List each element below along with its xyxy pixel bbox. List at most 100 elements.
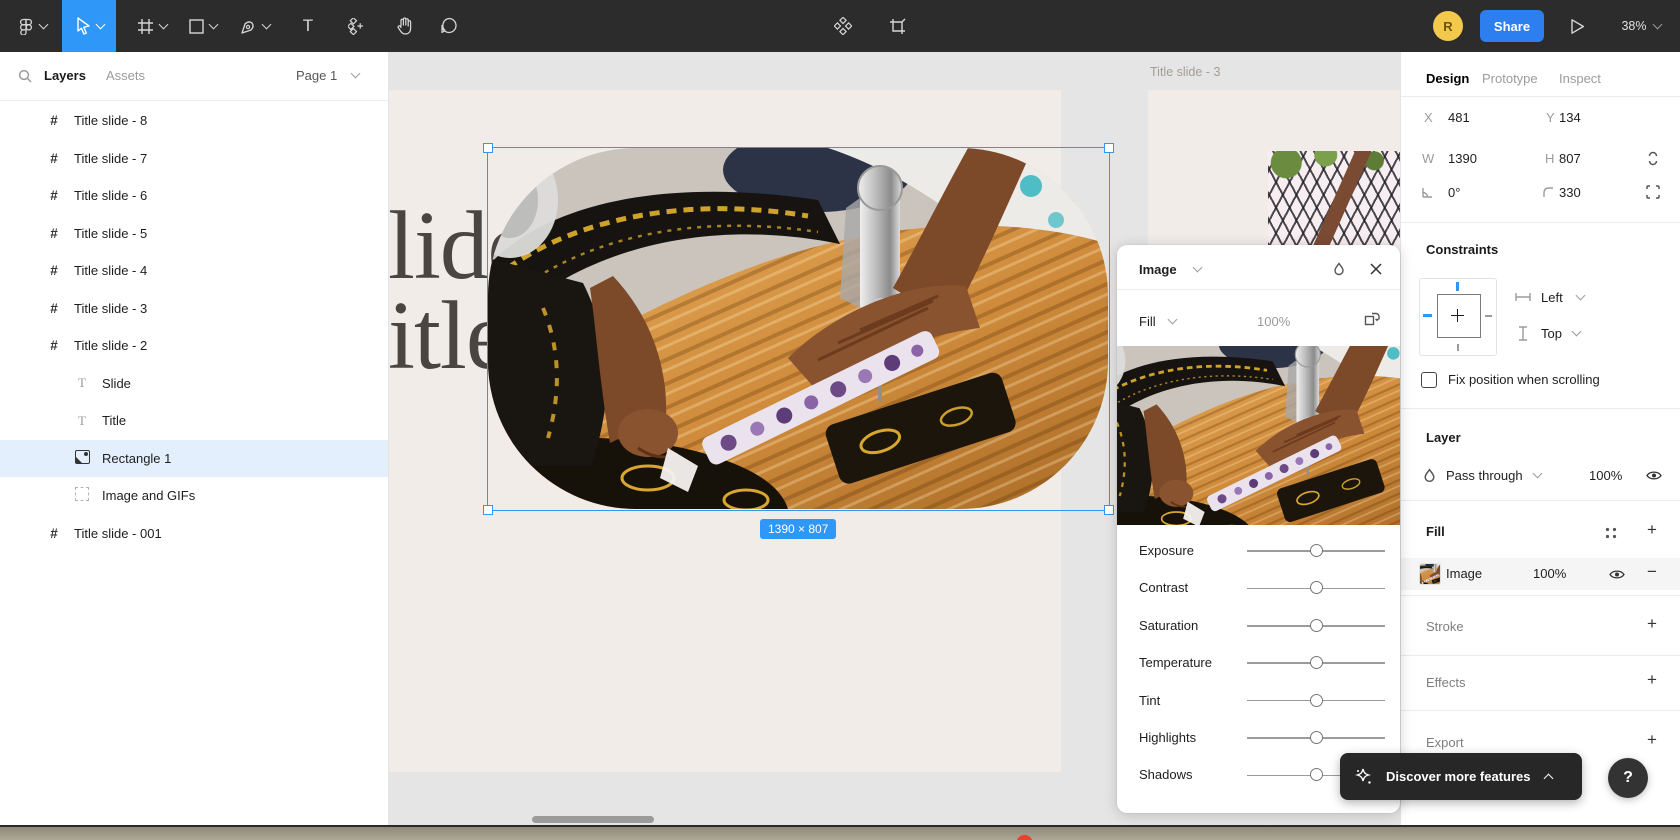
fill-item-row[interactable]: Image 100% −	[1401, 558, 1680, 590]
rotate-image-icon[interactable]	[1363, 311, 1381, 329]
blend-mode-value[interactable]: Pass through	[1446, 468, 1523, 483]
chevron-down-icon[interactable]	[1532, 468, 1543, 479]
tab-design[interactable]: Design	[1426, 71, 1469, 86]
discover-more-features-button[interactable]: Discover more features	[1340, 753, 1582, 800]
sparkle-icon	[1354, 768, 1372, 784]
image-fill-label[interactable]: Fill	[1139, 314, 1156, 329]
chevron-down-icon[interactable]	[1571, 326, 1582, 337]
present-button[interactable]	[1558, 0, 1596, 52]
image-panel-title[interactable]: Image	[1139, 262, 1177, 277]
image-fill-opacity[interactable]: 100%	[1257, 314, 1290, 329]
layer-row-title-slide-3[interactable]: # Title slide - 3	[0, 290, 388, 328]
layer-row-title-slide-2[interactable]: # Title slide - 2	[0, 327, 388, 365]
fill-opacity-value[interactable]: 100%	[1533, 566, 1566, 581]
chevron-down-icon[interactable]	[350, 68, 361, 79]
fix-position-checkbox[interactable]	[1421, 372, 1437, 388]
selection-handle-top-right[interactable]	[1104, 143, 1114, 153]
chevron-down-icon	[208, 19, 219, 30]
y-value[interactable]: 134	[1559, 110, 1581, 125]
crop-image-button[interactable]	[879, 0, 915, 52]
hand-tool-button[interactable]	[386, 0, 422, 52]
comment-tool-button[interactable]	[431, 0, 467, 52]
chevron-down-icon[interactable]	[1192, 262, 1203, 273]
fill-type-label[interactable]: Image	[1446, 566, 1482, 581]
discover-label: Discover more features	[1386, 769, 1531, 784]
main-menu-button[interactable]	[8, 0, 56, 52]
slider-knob[interactable]	[1309, 581, 1323, 595]
avatar[interactable]: R	[1433, 11, 1463, 41]
effects-section-title: Effects	[1426, 675, 1466, 690]
layer-row-title-slide-4[interactable]: # Title slide - 4	[0, 252, 388, 290]
layer-row-title-slide-7[interactable]: # Title slide - 7	[0, 140, 388, 178]
layer-row-title-slide-8[interactable]: # Title slide - 8	[0, 102, 388, 140]
share-button[interactable]: Share	[1480, 10, 1544, 42]
layer-row-title[interactable]: T Title	[0, 402, 388, 440]
independent-corners-icon[interactable]	[1646, 185, 1660, 199]
slider-knob[interactable]	[1309, 618, 1323, 632]
layer-row-image-and-gifs[interactable]: Image and GIFs	[0, 477, 388, 515]
horizontal-scrollbar[interactable]	[532, 816, 654, 823]
frame-tool-button[interactable]	[128, 0, 176, 52]
constraints-widget[interactable]	[1419, 278, 1497, 356]
blend-mode-icon[interactable]	[1423, 468, 1436, 483]
fill-thumbnail[interactable]	[1419, 563, 1441, 585]
slider-knob[interactable]	[1309, 768, 1323, 782]
constrain-proportions-icon[interactable]	[1646, 151, 1660, 166]
layer-row-title-slide-5[interactable]: # Title slide - 5	[0, 215, 388, 253]
eye-icon[interactable]	[1646, 470, 1662, 481]
add-fill-icon[interactable]: +	[1647, 520, 1657, 540]
play-icon	[1570, 18, 1584, 34]
slider-knob[interactable]	[1309, 544, 1323, 557]
layer-row-title-slide-6[interactable]: # Title slide - 6	[0, 177, 388, 215]
blend-mode-icon[interactable]	[1333, 262, 1345, 276]
shape-tool-button[interactable]	[180, 0, 226, 52]
layer-row-rectangle-1[interactable]: Rectangle 1	[0, 439, 388, 477]
slider-label: Highlights	[1139, 730, 1197, 745]
layer-opacity-value[interactable]: 100%	[1589, 468, 1622, 483]
layer-row-title-slide-001[interactable]: # Title slide - 001	[0, 515, 388, 553]
h-label: H	[1545, 151, 1555, 166]
add-effect-icon[interactable]: +	[1647, 670, 1657, 690]
search-icon[interactable]	[18, 69, 32, 83]
add-stroke-icon[interactable]: +	[1647, 614, 1657, 634]
layer-row-slide[interactable]: T Slide	[0, 365, 388, 403]
zoom-control[interactable]: 38%	[1608, 0, 1674, 52]
text-tool-button[interactable]: T	[290, 0, 326, 52]
tab-assets[interactable]: Assets	[106, 68, 145, 83]
slider-knob[interactable]	[1309, 693, 1323, 707]
edit-object-button[interactable]	[825, 0, 861, 52]
w-value[interactable]: 1390	[1448, 151, 1477, 166]
x-value[interactable]: 481	[1448, 110, 1470, 125]
styles-icon[interactable]	[1604, 526, 1618, 540]
slider-knob[interactable]	[1309, 731, 1323, 744]
remove-fill-icon[interactable]: −	[1647, 562, 1657, 582]
selection-handle-bottom-right[interactable]	[1104, 505, 1114, 515]
rotation-value[interactable]: 0°	[1448, 185, 1460, 200]
rectangle-icon	[189, 18, 204, 34]
frame-icon: #	[50, 300, 58, 316]
move-tool-button[interactable]	[62, 0, 116, 52]
pen-tool-button[interactable]	[232, 0, 278, 52]
tab-inspect[interactable]: Inspect	[1559, 71, 1601, 86]
corner-radius-value[interactable]: 330	[1559, 185, 1581, 200]
horizontal-constraint-value[interactable]: Left	[1541, 290, 1563, 305]
tab-layers[interactable]: Layers	[44, 68, 86, 83]
image-preview[interactable]	[1117, 346, 1400, 525]
eye-icon[interactable]	[1609, 569, 1625, 580]
tab-prototype[interactable]: Prototype	[1482, 71, 1538, 86]
add-export-icon[interactable]: +	[1647, 730, 1657, 750]
vertical-constraint-value[interactable]: Top	[1541, 326, 1562, 341]
selected-image-rectangle-1[interactable]	[488, 148, 1108, 509]
component-tool-button[interactable]	[338, 0, 374, 52]
slider-knob[interactable]	[1309, 656, 1323, 670]
close-icon[interactable]	[1370, 263, 1382, 275]
frame-label-title-slide-3[interactable]: Title slide - 3	[1150, 65, 1220, 79]
export-section-title: Export	[1426, 735, 1464, 750]
h-value[interactable]: 807	[1559, 151, 1581, 166]
chevron-down-icon[interactable]	[1575, 290, 1586, 301]
rotation-icon	[1422, 188, 1432, 198]
page-selector[interactable]: Page 1	[296, 68, 337, 83]
help-button[interactable]: ?	[1608, 758, 1648, 798]
chevron-down-icon[interactable]	[1167, 314, 1178, 325]
chevron-up-icon[interactable]	[1543, 773, 1553, 784]
